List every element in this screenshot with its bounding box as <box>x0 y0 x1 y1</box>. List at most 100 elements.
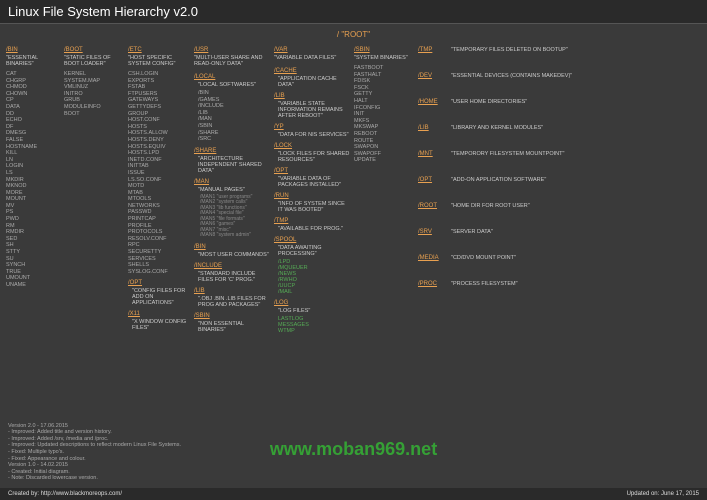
etc-opt-desc: "CONFIG FILES FOR ADD ON APPLICATIONS" <box>132 288 190 306</box>
list-item: PWD <box>6 216 60 223</box>
list-item: /INCLUDE <box>198 103 270 110</box>
list-item: /SBIN <box>198 123 270 130</box>
list-item: INIT <box>354 111 414 118</box>
var-spool-items: /LPD/MQUEUER/NEWS/RWHO/UUCP/MAIL <box>274 259 350 295</box>
etc-x11-title: /X11 <box>128 311 190 317</box>
right-row: /DEV"ESSENTIAL DEVICES (CONTAINS MAKEDEV… <box>418 73 701 79</box>
list-item: LOGIN <box>6 163 60 170</box>
var-lock-desc: "LOCK FILES FOR SHARED RESOURCES" <box>278 151 350 163</box>
list-item: HOST.CONF <box>128 117 190 124</box>
list-item: IFCONFIG <box>354 105 414 112</box>
boot-title: /BOOT <box>64 47 124 53</box>
list-item: - Created: Initial diagram. <box>8 469 181 476</box>
footer-credit: Created by: http://www.blackmoreops.com/ <box>8 491 122 497</box>
root-node: / "ROOT" <box>6 30 701 39</box>
list-item: KILL <box>6 150 60 157</box>
list-item: ISSUE <box>128 170 190 177</box>
list-item: GRUB <box>64 97 124 104</box>
list-item: MKFS <box>354 118 414 125</box>
var-spool-title: /SPOOL <box>274 237 350 243</box>
etc-x11-desc: "X WINDOW CONFIG FILES" <box>132 319 190 331</box>
list-item: FDISK <box>354 78 414 85</box>
var-lib-title: /LIB <box>274 93 350 99</box>
list-item: BOOT <box>64 111 124 118</box>
list-item: /MAN <box>198 116 270 123</box>
list-item: CP <box>6 97 60 104</box>
bin-items: CATCHGRPCHMODCHOWNCPDATADDECHODFDMESGFAL… <box>6 71 60 289</box>
etc-opt-title: /OPT <box>128 280 190 286</box>
usr-man-items: /MAN1 "user programs"/MAN2 "system calls… <box>194 195 270 239</box>
list-item: PROTOCOLS <box>128 229 190 236</box>
right-title: /LIB <box>418 125 448 131</box>
list-item: SERVICES <box>128 256 190 263</box>
list-item: HOSTNAME <box>6 144 60 151</box>
right-title: /TMP <box>418 47 448 53</box>
list-item: FSCK <box>354 85 414 92</box>
list-item: HOSTS.LPD <box>128 150 190 157</box>
list-item: MKDIR <box>6 177 60 184</box>
list-item: SHELLS <box>128 262 190 269</box>
etc-items: CSH.LOGINEXPORTSFSTABFTPUSERSGATEWAYSGET… <box>128 71 190 275</box>
usr-share-desc: "ARCHITECTURE INDEPENDENT SHARED DATA" <box>198 156 270 174</box>
right-desc: "HOME DIR FOR ROOT USER" <box>451 203 701 209</box>
list-item: - Note: Discarded lowercase version. <box>8 475 181 482</box>
var-run-title: /RUN <box>274 193 350 199</box>
right-row: /ROOT"HOME DIR FOR ROOT USER" <box>418 203 701 209</box>
etc-title: /ETC <box>128 47 190 53</box>
right-title: /PROC <box>418 281 448 287</box>
list-item: STTY <box>6 249 60 256</box>
usr-include-desc: "STANDARD INCLUDE FILES FOR 'C' PROG." <box>198 271 270 283</box>
var-yp-title: /YP <box>274 124 350 130</box>
list-item: HALT <box>354 98 414 105</box>
watermark: www.moban969.net <box>270 439 437 460</box>
page-title: Linux File System Hierarchy v2.0 <box>8 4 198 19</box>
list-item: MKNOD <box>6 183 60 190</box>
usr-local-items: /BIN/GAMES/INCLUDE/LIB/MAN/SBIN/SHARE/SR… <box>194 90 270 143</box>
list-item: TRUE <box>6 269 60 276</box>
etc-desc: "HOST SPECIFIC SYSTEM CONFIG" <box>128 55 190 67</box>
right-desc: "ADD-ON APPLICATION SOFTWARE" <box>451 177 701 183</box>
bin-title: /BIN <box>6 47 60 53</box>
list-item: HOSTS.DENY <box>128 137 190 144</box>
list-item: /SRC <box>198 136 270 143</box>
usr-sbin-title: /SBIN <box>194 313 270 319</box>
right-title: /SRV <box>418 229 448 235</box>
list-item: /MAN8 "system admin" <box>200 233 270 239</box>
right-desc: "CD/DVD MOUNT POINT" <box>451 255 701 261</box>
list-item: PRINTCAP <box>128 216 190 223</box>
list-item: INITRO <box>64 91 124 98</box>
list-item: FSTAB <box>128 84 190 91</box>
var-log-title: /LOG <box>274 300 350 306</box>
list-item: MV <box>6 203 60 210</box>
list-item: HOSTS <box>128 124 190 131</box>
list-item: FASTHALT <box>354 72 414 79</box>
usr-lib-desc: ".OBJ .BIN .LIB FILES FOR PROG AND PACKA… <box>198 296 270 308</box>
usr-include-title: /INCLUDE <box>194 263 270 269</box>
right-desc: "ESSENTIAL DEVICES (CONTAINS MAKEDEV)" <box>451 73 701 79</box>
sbin-title: /SBIN <box>354 47 414 53</box>
right-desc: "SERVER DATA" <box>451 229 701 235</box>
right-desc: "TEMPORORY FILESYSTEM MOUNTPOINT" <box>451 151 701 157</box>
footer-date: Updated on: June 17, 2015 <box>627 491 699 497</box>
right-title: /OPT <box>418 177 448 183</box>
usr-man-desc: "MANUAL PAGES" <box>198 187 270 193</box>
list-item: UNAME <box>6 282 60 289</box>
list-item: GETTYDEFS <box>128 104 190 111</box>
right-title: /HOME <box>418 99 448 105</box>
var-cache-title: /CACHE <box>274 68 350 74</box>
right-title: /MEDIA <box>418 255 448 261</box>
list-item: DF <box>6 124 60 131</box>
list-item: DD <box>6 111 60 118</box>
list-item: SYNCH <box>6 262 60 269</box>
list-item: KERNEL <box>64 71 124 78</box>
list-item: - Fixed: Appearance and colour. <box>8 456 181 463</box>
list-item: - Improved: Added title and version hist… <box>8 429 181 436</box>
list-item: GROUP <box>128 111 190 118</box>
usr-bin-desc: "MOST USER COMMANDS" <box>198 252 270 258</box>
list-item: SECURETTY <box>128 249 190 256</box>
boot-items: KERNELSYSTEM.MAPVMLINUZINITROGRUBMODULEI… <box>64 71 124 117</box>
sbin-column: /SBIN "SYSTEM BINARIES" FASTBOOTFASTHALT… <box>354 47 414 164</box>
list-item: HOSTS.EQUIV <box>128 144 190 151</box>
list-item: /LIB <box>198 110 270 117</box>
list-item: LN <box>6 157 60 164</box>
